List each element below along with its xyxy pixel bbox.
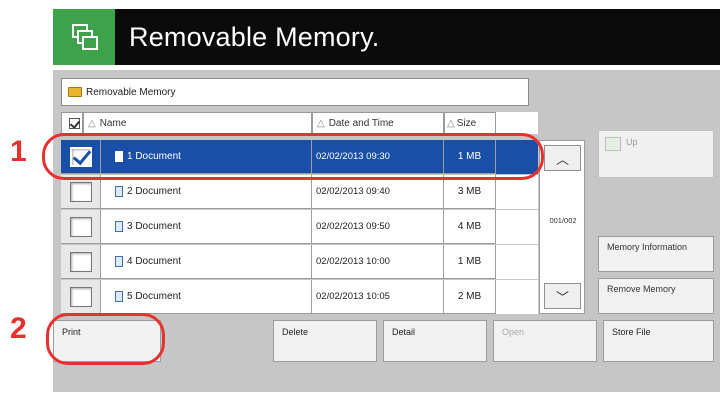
callout-number-2: 2 <box>10 312 27 345</box>
memory-information-button[interactable]: Memory Information <box>598 236 714 272</box>
list-scrollbar[interactable]: ︿ 001/002 ﹀ <box>539 140 585 314</box>
column-date-label: Date and Time <box>328 117 394 129</box>
sort-triangle-icon: △ <box>447 117 455 129</box>
table-row[interactable]: 3 Document 02/02/2013 09:50 4 MB <box>61 210 538 244</box>
column-header-name[interactable]: △ Name <box>83 112 312 134</box>
chevron-down-icon: ﹀ <box>555 289 569 305</box>
document-icon <box>115 221 123 232</box>
file-size: 1 MB <box>444 245 496 279</box>
open-button[interactable]: Open <box>493 320 597 362</box>
column-name-label: Name <box>99 117 127 129</box>
file-name-cell: 4 Document <box>101 245 312 279</box>
removable-memory-icon <box>53 9 115 65</box>
scroll-up-button[interactable]: ︿ <box>544 145 581 171</box>
file-date: 02/02/2013 09:40 <box>312 175 444 209</box>
column-header-date[interactable]: △ Date and Time <box>312 112 444 134</box>
table-row[interactable]: 2 Document 02/02/2013 09:40 3 MB <box>61 175 538 209</box>
file-date: 02/02/2013 10:00 <box>312 245 444 279</box>
column-size-label: Size <box>456 117 477 129</box>
highlight-ring-print <box>46 313 165 365</box>
file-name: 2 Document <box>127 186 181 197</box>
file-date: 02/02/2013 09:50 <box>312 210 444 244</box>
document-icon <box>115 186 123 197</box>
file-name: 4 Document <box>127 256 181 267</box>
table-header: △ Name △ Date and Time △ Size <box>61 112 538 134</box>
file-name: 3 Document <box>127 221 181 232</box>
up-button[interactable]: Up <box>598 130 714 178</box>
document-icon <box>115 256 123 267</box>
page-indicator: 001/002 <box>549 216 577 225</box>
chevron-up-icon: ︿ <box>555 151 569 167</box>
file-name: 5 Document <box>127 291 181 302</box>
sort-triangle-icon: △ <box>317 117 325 129</box>
file-name-cell: 5 Document <box>101 280 312 314</box>
select-all-checkbox[interactable] <box>61 112 83 134</box>
column-header-size[interactable]: △ Size <box>444 112 496 134</box>
file-name-cell: 2 Document <box>101 175 312 209</box>
screen: 1 2 Removable Memory. Removable Memory △… <box>0 0 720 397</box>
breadcrumb-label: Removable Memory <box>86 86 176 98</box>
file-date: 02/02/2013 10:05 <box>312 280 444 314</box>
callout-number-1: 1 <box>10 135 27 168</box>
scroll-down-button[interactable]: ﹀ <box>544 283 581 309</box>
document-icon <box>115 291 123 302</box>
file-size: 4 MB <box>444 210 496 244</box>
page-title: Removable Memory. <box>129 21 380 52</box>
row-checkbox[interactable] <box>61 175 101 209</box>
sort-triangle-icon: △ <box>88 117 96 129</box>
table-row[interactable]: 5 Document 02/02/2013 10:05 2 MB <box>61 280 538 314</box>
store-file-button[interactable]: Store File <box>603 320 714 362</box>
folder-up-icon <box>605 137 621 151</box>
detail-button[interactable]: Detail <box>383 320 487 362</box>
row-checkbox[interactable] <box>61 245 101 279</box>
file-size: 3 MB <box>444 175 496 209</box>
checkbox-icon <box>69 286 92 307</box>
title-bar: Removable Memory. <box>53 9 720 65</box>
checkbox-icon <box>69 181 92 202</box>
checkmark-icon <box>68 117 80 129</box>
checkbox-icon <box>69 251 92 272</box>
file-size: 2 MB <box>444 280 496 314</box>
remove-memory-button[interactable]: Remove Memory <box>598 278 714 314</box>
table-row[interactable]: 4 Document 02/02/2013 10:00 1 MB <box>61 245 538 279</box>
up-label: Up <box>626 137 638 147</box>
row-checkbox[interactable] <box>61 280 101 314</box>
highlight-ring-row <box>42 133 544 180</box>
file-name-cell: 3 Document <box>101 210 312 244</box>
checkbox-icon <box>69 216 92 237</box>
breadcrumb: Removable Memory <box>61 78 529 106</box>
folder-icon <box>68 87 82 97</box>
delete-button[interactable]: Delete <box>273 320 377 362</box>
row-checkbox[interactable] <box>61 210 101 244</box>
